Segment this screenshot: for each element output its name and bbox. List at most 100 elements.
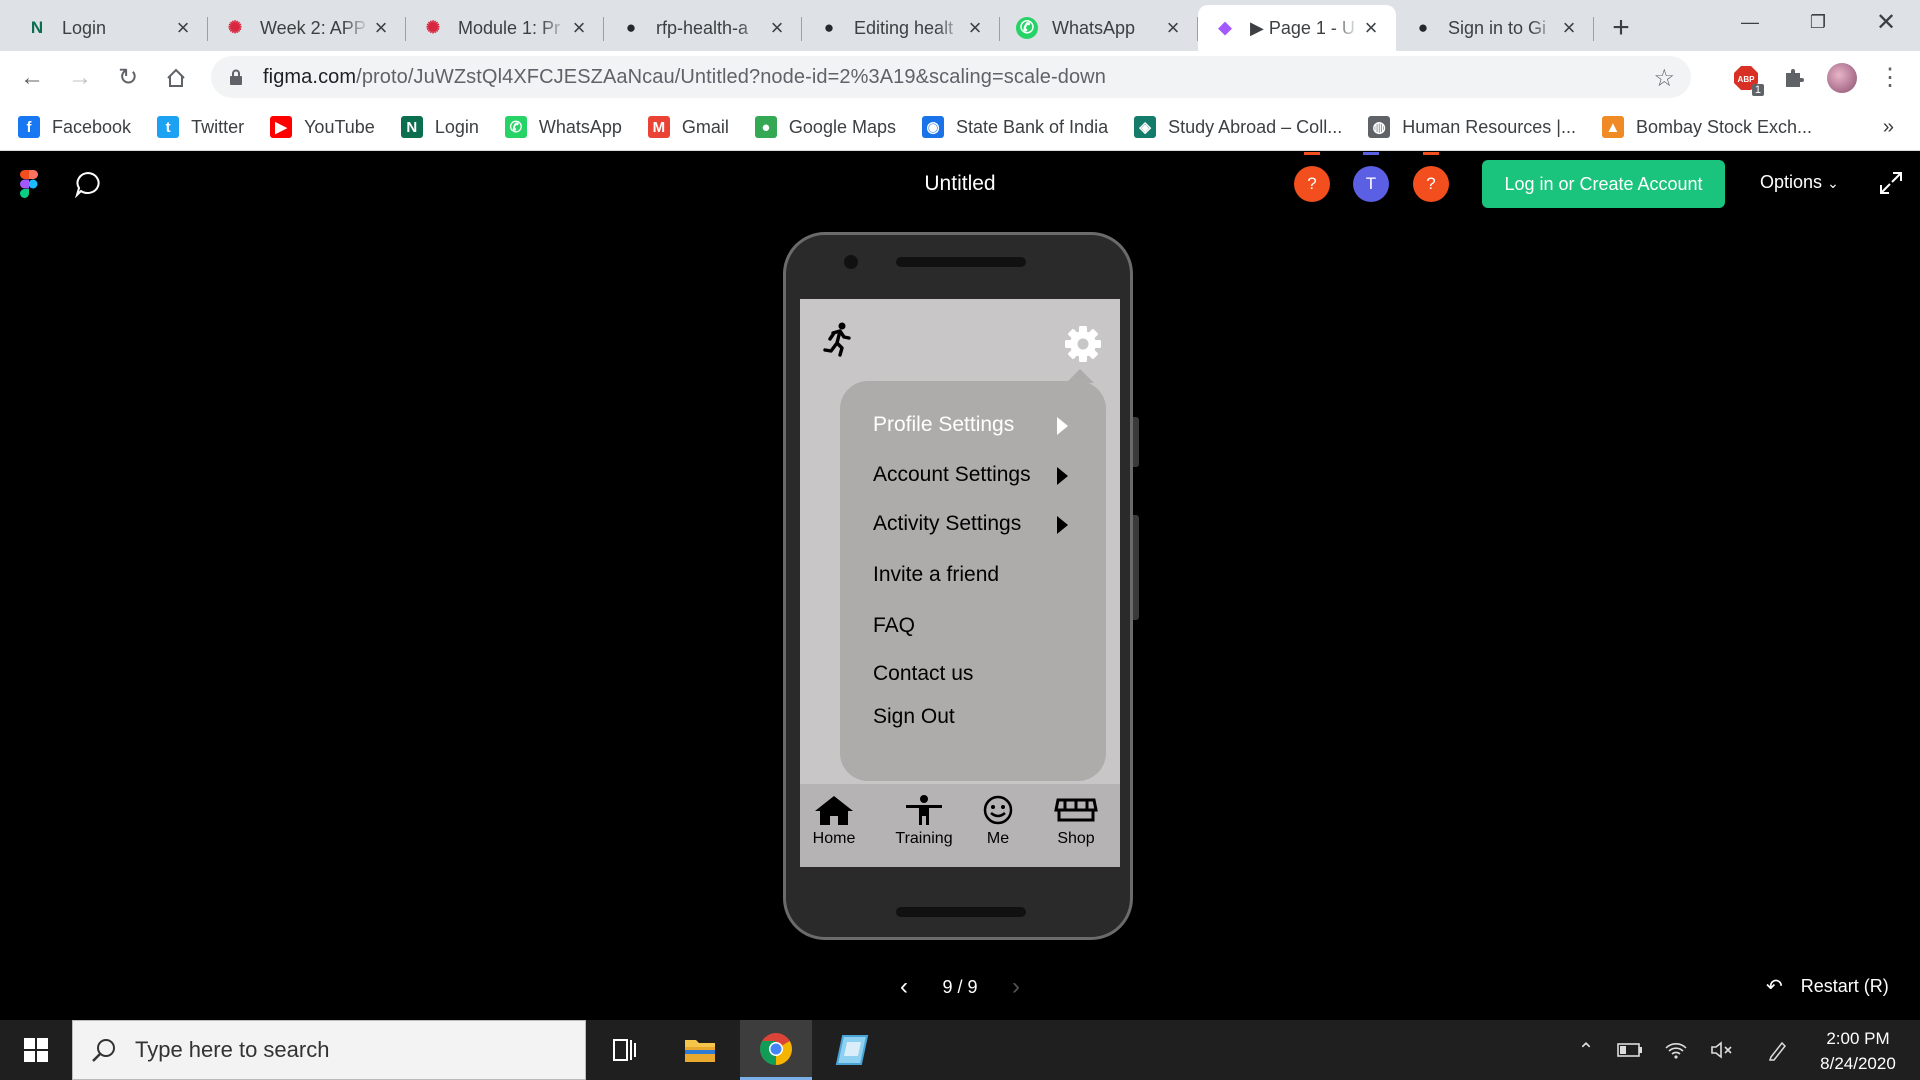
whatsapp-icon: ✆	[504, 116, 527, 138]
menu-item[interactable]: Profile Settings	[873, 413, 1068, 437]
wifi-icon[interactable]	[1656, 1020, 1696, 1080]
gmail-icon: M	[647, 116, 670, 138]
running-person-icon[interactable]	[820, 321, 856, 357]
collaborator-avatar[interactable]: T	[1353, 152, 1389, 202]
training-icon	[906, 795, 942, 825]
phone-chin-bar	[896, 907, 1026, 917]
close-tab-icon[interactable]: ×	[370, 15, 392, 41]
browser-tab[interactable]: ● Editing healt ×	[802, 5, 1000, 51]
bookmark-star-icon[interactable]: ☆	[1653, 64, 1675, 93]
nav-training[interactable]: Training	[890, 794, 958, 848]
browser-tab[interactable]: ● rfp-health-a ×	[604, 5, 802, 51]
new-tab-button[interactable]: +	[1598, 5, 1644, 51]
restart-label: Restart (R)	[1800, 976, 1889, 996]
options-dropdown[interactable]: Options ⌄	[1760, 172, 1839, 193]
whatsapp-icon: ✆	[1016, 17, 1038, 39]
phone-power-button	[1133, 417, 1139, 467]
bookmark-item[interactable]: t Twitter	[157, 116, 244, 138]
bookmark-label: State Bank of India	[955, 116, 1109, 137]
tab-strip: N Login × ✺ Week 2: APP × ✺ Module 1: Pr × ● rfp-h…	[0, 0, 1920, 51]
collaborator-avatar[interactable]: ?	[1294, 152, 1330, 202]
extension-badge: 1	[1751, 83, 1764, 96]
nav-me[interactable]: Me	[976, 794, 1020, 848]
close-tab-icon[interactable]: ×	[964, 15, 986, 41]
browser-tab[interactable]: ● Sign in to Gi ×	[1396, 5, 1594, 51]
bookmark-item[interactable]: ▶ YouTube	[270, 116, 375, 138]
tray-overflow-icon[interactable]: ⌃	[1566, 1020, 1606, 1080]
browser-tab[interactable]: ✺ Week 2: APP ×	[208, 5, 406, 51]
profile-avatar[interactable]	[1818, 54, 1866, 102]
bookmark-item[interactable]: ● Google Maps	[754, 116, 896, 138]
bookmark-label: Study Abroad – Coll...	[1168, 116, 1343, 137]
browser-tab[interactable]: ✺ Module 1: Pr ×	[406, 5, 604, 51]
restore-button[interactable]: ❐	[1784, 0, 1852, 44]
close-tab-icon[interactable]: ×	[1162, 15, 1184, 41]
home-button[interactable]	[152, 54, 200, 102]
chrome-taskbar-button[interactable]	[740, 1020, 812, 1080]
notion-n-icon: N	[400, 116, 423, 138]
browser-tab[interactable]: ◆ ▶ Page 1 - U ×	[1198, 5, 1396, 51]
clock-time: 2:00 PM	[1826, 1029, 1890, 1048]
address-bar[interactable]: figma.com/proto/JuWZstQl4XFCJESZAaNcau/U…	[211, 56, 1691, 98]
pen-workspace-icon[interactable]	[1758, 1020, 1798, 1080]
volume-muted-icon[interactable]	[1702, 1020, 1742, 1080]
menu-item[interactable]: Invite a friend	[873, 563, 999, 587]
bookmarks-overflow-icon[interactable]: »	[1883, 116, 1894, 139]
bookmark-item[interactable]: ▲ Bombay Stock Exch...	[1601, 116, 1812, 138]
start-button[interactable]	[0, 1020, 72, 1080]
menu-item[interactable]: Activity Settings	[873, 512, 1068, 536]
close-tab-icon[interactable]: ×	[568, 15, 590, 41]
chrome-menu-icon[interactable]: ⋮	[1866, 54, 1914, 102]
taskbar-search[interactable]: Type here to search	[72, 1020, 586, 1080]
back-button[interactable]: ←	[8, 54, 56, 102]
search-icon	[92, 1039, 115, 1062]
menu-item-label: Contact us	[873, 662, 974, 685]
bookmark-label: Login	[434, 116, 479, 137]
nav-shop[interactable]: Shop	[1050, 794, 1102, 848]
menu-item[interactable]: Account Settings	[873, 463, 1068, 487]
settings-gear-icon[interactable]	[1064, 325, 1102, 363]
next-frame-icon[interactable]: ›	[1012, 973, 1020, 1001]
browser-tab[interactable]: N Login ×	[10, 5, 208, 51]
browser-tab[interactable]: ✆ WhatsApp ×	[1000, 5, 1198, 51]
bookmark-item[interactable]: ◍ Human Resources |...	[1368, 116, 1576, 138]
menu-item[interactable]: Contact us	[873, 662, 973, 686]
taskbar-clock[interactable]: 2:00 PM 8/24/2020	[1808, 1026, 1908, 1076]
menu-item[interactable]: Sign Out	[873, 705, 955, 729]
youtube-icon: ▶	[270, 116, 293, 138]
bookmark-item[interactable]: ◉ State Bank of India	[921, 116, 1109, 138]
bookmark-item[interactable]: N Login	[400, 116, 479, 138]
paint-app-button[interactable]	[816, 1020, 888, 1080]
bookmarks-bar: f Facebook t Twitter ▶ YouTube N Login ✆ WhatsApp…	[0, 104, 1920, 151]
fullscreen-icon[interactable]	[1878, 170, 1904, 196]
task-view-button[interactable]	[588, 1020, 660, 1080]
close-tab-icon[interactable]: ×	[172, 15, 194, 41]
puzzle-extensions-icon[interactable]	[1770, 54, 1818, 102]
close-tab-icon[interactable]: ×	[766, 15, 788, 41]
forward-button[interactable]: →	[56, 54, 104, 102]
toolbar-extensions: ABP 1 ⋮	[1722, 51, 1920, 104]
bookmark-item[interactable]: M Gmail	[647, 116, 729, 138]
collaborator-avatar[interactable]: ?	[1413, 152, 1449, 202]
bookmark-item[interactable]: ◈ Study Abroad – Coll...	[1134, 116, 1342, 138]
browser-toolbar: ← → ↻ figma.com/proto/JuWZstQl4XFCJESZAa…	[0, 51, 1920, 104]
file-explorer-button[interactable]	[664, 1020, 736, 1080]
menu-item[interactable]: FAQ	[873, 614, 915, 638]
bookmark-item[interactable]: ✆ WhatsApp	[504, 116, 622, 138]
battery-icon[interactable]	[1610, 1020, 1650, 1080]
twitter-icon: t	[157, 116, 180, 138]
restart-button[interactable]: ↶ Restart (R)	[1766, 974, 1889, 999]
close-tab-icon[interactable]: ×	[1360, 15, 1382, 41]
adblock-extension-icon[interactable]: ABP 1	[1722, 54, 1770, 102]
login-create-account-button[interactable]: Log in or Create Account	[1482, 160, 1725, 208]
windows-logo-icon	[24, 1038, 48, 1062]
bookmark-item[interactable]: f Facebook	[18, 116, 131, 138]
close-window-button[interactable]: ✕	[1852, 0, 1920, 44]
close-tab-icon[interactable]: ×	[1558, 15, 1580, 41]
minimize-button[interactable]: —	[1716, 0, 1784, 44]
previous-frame-icon[interactable]: ‹	[900, 973, 908, 1001]
reload-button[interactable]: ↻	[104, 54, 152, 102]
bookmark-label: WhatsApp	[538, 116, 622, 137]
nav-home[interactable]: Home	[806, 794, 862, 848]
options-label: Options	[1760, 172, 1823, 192]
